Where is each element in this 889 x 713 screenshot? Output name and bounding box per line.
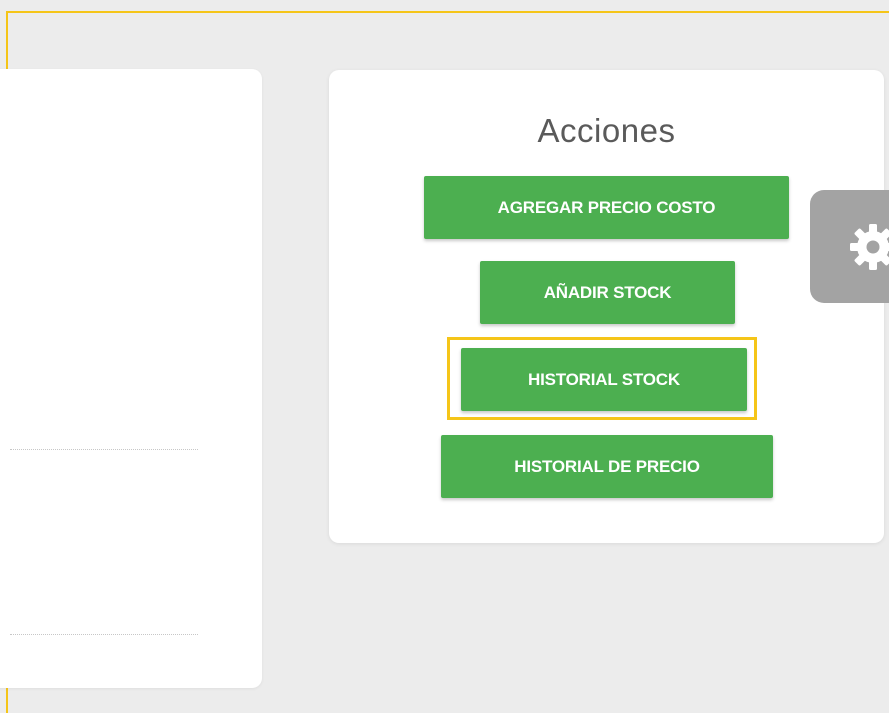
dotted-divider xyxy=(10,634,198,635)
screen: Acciones AGREGAR PRECIO COSTO AÑADIR STO… xyxy=(0,0,889,713)
add-stock-button[interactable]: AÑADIR STOCK xyxy=(480,261,735,324)
highlight-frame-top xyxy=(6,11,889,13)
price-history-button[interactable]: HISTORIAL DE PRECIO xyxy=(441,435,773,498)
left-panel xyxy=(0,69,262,688)
stock-history-button[interactable]: HISTORIAL STOCK xyxy=(461,348,747,411)
dotted-divider xyxy=(10,449,198,450)
actions-card: Acciones AGREGAR PRECIO COSTO AÑADIR STO… xyxy=(329,70,884,543)
actions-title: Acciones xyxy=(537,112,676,149)
gear-icon xyxy=(850,223,889,270)
add-cost-price-button[interactable]: AGREGAR PRECIO COSTO xyxy=(424,176,789,239)
settings-tab[interactable] xyxy=(810,190,889,303)
